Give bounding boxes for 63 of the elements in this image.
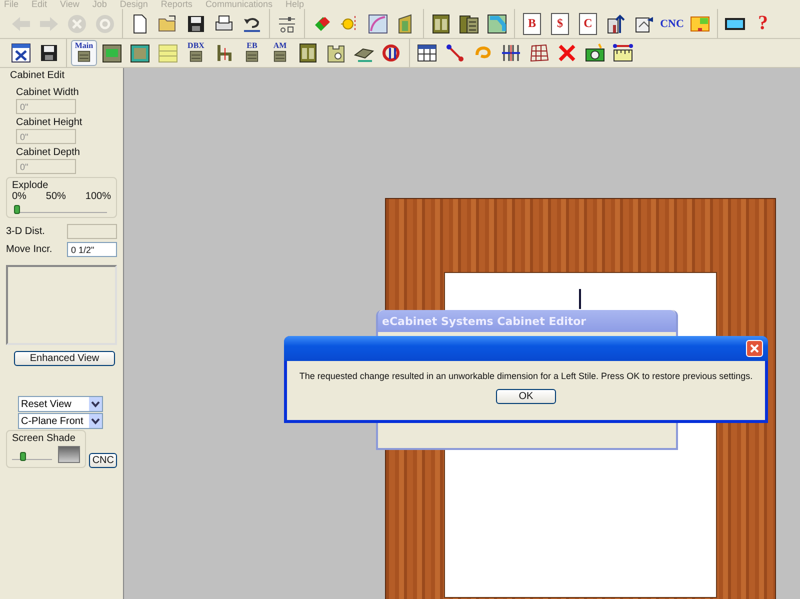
field-label: Cabinet Height [16, 117, 84, 128]
input-field[interactable] [67, 224, 117, 239]
slider-thumb[interactable] [14, 205, 20, 214]
cabinets-icon [458, 12, 480, 34]
tick-label: 100% [85, 191, 111, 202]
export-icon [605, 12, 627, 34]
stop-icon [66, 12, 88, 34]
slider-thumb[interactable] [20, 452, 26, 461]
shade-swatch[interactable] [58, 446, 80, 463]
input-field[interactable]: 0 1/2" [67, 242, 117, 257]
close-button[interactable] [746, 340, 763, 357]
ruler-icon [612, 42, 634, 64]
dropdown[interactable]: Reset View [18, 396, 103, 412]
chevron-down-icon [89, 397, 102, 411]
field-label: 3-D Dist. [6, 226, 45, 237]
field-label: Move Incr. [6, 244, 52, 255]
cabinet-icon [297, 42, 319, 64]
toolbar-button[interactable]: C [575, 10, 601, 36]
cabinet-front-icon [101, 42, 123, 64]
input-field[interactable]: 0" [16, 159, 76, 174]
document-icon: C [579, 12, 597, 34]
document-icon: B [523, 12, 541, 34]
ok-button[interactable]: OK [496, 389, 556, 404]
enhanced-view-button[interactable]: Enhanced View [14, 351, 115, 366]
toolbar-button[interactable]: $ [547, 10, 573, 36]
toolbar-button[interactable]: EB [239, 40, 265, 66]
group-label: Explode [12, 180, 50, 191]
toolbar-button[interactable]: ? [750, 10, 776, 36]
alert-message: The requested change resulted in an unworkable dimension for a Left Stile. Press OK to restore previous settings. [298, 371, 754, 381]
toolbar-button[interactable]: CNC [659, 10, 685, 36]
save-icon [38, 42, 60, 64]
delete-icon [556, 42, 578, 64]
grid-window-icon [416, 42, 438, 64]
close-window-icon [10, 42, 32, 64]
pattern-icon [486, 12, 508, 34]
field-label: Cabinet Width [16, 87, 80, 98]
chevron-down-icon [89, 414, 102, 428]
tick-label: 0% [12, 191, 26, 202]
field-label: Cabinet Depth [16, 147, 81, 158]
cnc-button[interactable]: CNC [89, 453, 117, 468]
drawer-icon [157, 42, 179, 64]
document-icon: $ [551, 12, 569, 34]
cabinet-box-icon [129, 42, 151, 64]
dialog-title: eCabinet Systems Cabinet Editor [378, 310, 676, 332]
grid-icon [528, 42, 550, 64]
toolbar-button[interactable]: DBX [183, 40, 209, 66]
refresh-icon [94, 12, 116, 34]
tick-label: 50% [46, 191, 66, 202]
camera-icon [584, 42, 606, 64]
panel-title: Cabinet Edit [10, 70, 66, 81]
profile-icon [367, 12, 389, 34]
close-icon [749, 343, 760, 354]
guide-line [579, 289, 581, 309]
toolbar-button[interactable]: AM [267, 40, 293, 66]
input-field[interactable]: 0" [16, 99, 76, 114]
pointer-icon [444, 42, 466, 64]
input-field[interactable]: 0" [16, 129, 76, 144]
toolbar-button[interactable]: Main [71, 40, 97, 66]
dropdown[interactable]: C-Plane Front [18, 413, 103, 429]
cabinet-icon [430, 12, 452, 34]
mirror-icon [500, 42, 522, 64]
toolbar-button[interactable]: B [519, 10, 545, 36]
group-label: Screen Shade [12, 433, 76, 444]
